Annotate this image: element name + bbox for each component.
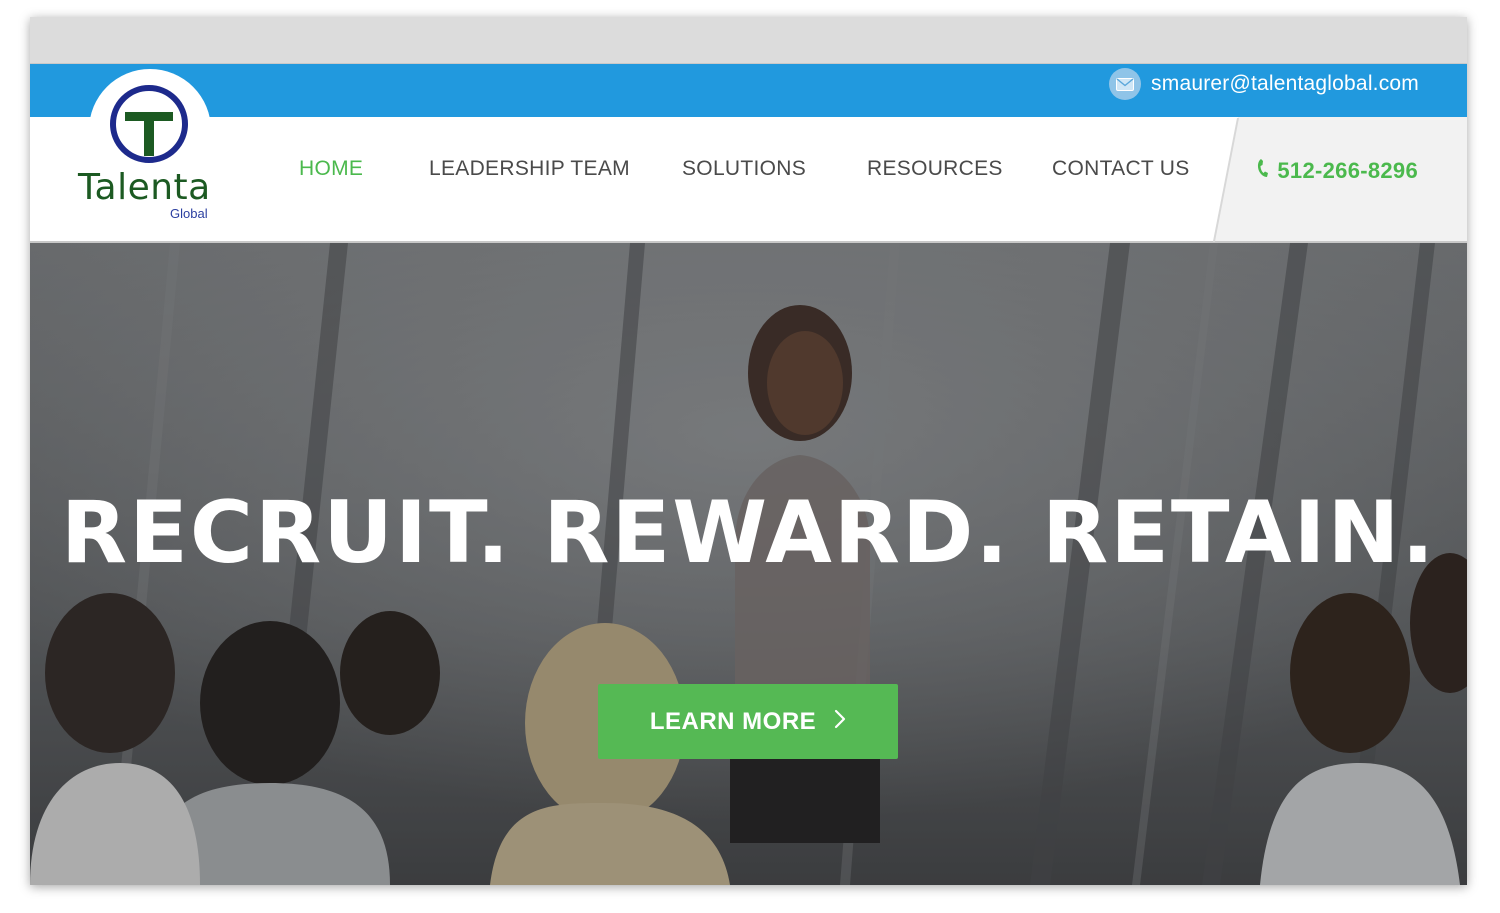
phone-number: 512-266-8296 xyxy=(1277,158,1418,183)
logo-subtitle: Global xyxy=(170,206,208,221)
learn-more-label: LEARN MORE xyxy=(649,707,817,735)
logo-name[interactable]: Talenta xyxy=(78,167,228,208)
nav-resources[interactable]: RESOURCES xyxy=(867,157,1003,181)
learn-more-button[interactable]: LEARN MORE xyxy=(598,684,898,759)
logo-t-icon xyxy=(110,85,188,163)
email-link[interactable]: smaurer@talentaglobal.com xyxy=(1109,68,1419,100)
nav-leadership-team[interactable]: LEADERSHIP TEAM xyxy=(429,157,630,181)
nav-home[interactable]: HOME xyxy=(299,157,363,181)
chevron-right-icon xyxy=(834,708,846,736)
browser-chrome xyxy=(30,17,1467,64)
phone-icon xyxy=(1257,158,1269,184)
hero-banner: RECRUIT. REWARD. RETAIN. LEARN MORE xyxy=(30,243,1467,885)
envelope-icon xyxy=(1109,68,1142,100)
email-address: smaurer@talentaglobal.com xyxy=(1151,72,1419,95)
phone-link[interactable]: 512-266-8296 xyxy=(1257,158,1418,184)
browser-window: smaurer@talentaglobal.com Talenta Global… xyxy=(30,17,1467,885)
nav-contact-us[interactable]: CONTACT US xyxy=(1052,157,1190,181)
top-contact-bar: smaurer@talentaglobal.com xyxy=(30,64,1467,117)
nav-solutions[interactable]: SOLUTIONS xyxy=(682,157,806,181)
hero-headline: RECRUIT. REWARD. RETAIN. xyxy=(60,483,1437,583)
